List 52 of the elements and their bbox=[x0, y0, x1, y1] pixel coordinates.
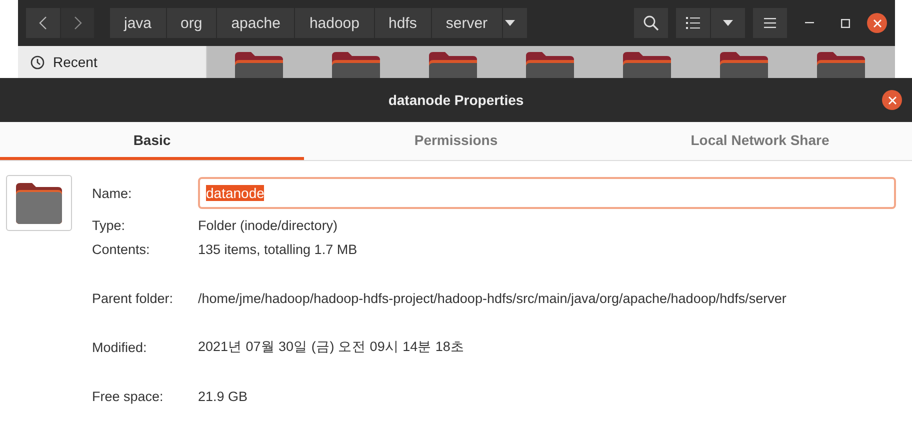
field-value: /home/jme/hadoop/hadoop-hdfs-project/hadoop-hdfs/src/main/java/org/apache/hadoop/hdfs/server bbox=[198, 290, 786, 306]
field-value: 135 items, totalling 1.7 MB bbox=[198, 242, 358, 256]
folder-icon[interactable] bbox=[720, 52, 768, 78]
list-view-button[interactable] bbox=[676, 8, 710, 38]
list-icon bbox=[686, 17, 700, 29]
field-label: Name: bbox=[92, 186, 133, 200]
breadcrumb-button[interactable]: java bbox=[110, 8, 166, 38]
view-options-button[interactable] bbox=[711, 8, 745, 38]
clock-icon bbox=[30, 54, 45, 70]
breadcrumb-button[interactable]: apache bbox=[217, 8, 294, 38]
field-value: 21.9 GB bbox=[198, 388, 248, 404]
caret-icon bbox=[723, 20, 733, 26]
dialog-title: datanode Properties bbox=[388, 92, 524, 108]
forward-icon bbox=[74, 16, 82, 30]
folder-icon[interactable] bbox=[332, 52, 380, 78]
close-button[interactable] bbox=[882, 90, 902, 110]
field-label: Contents: bbox=[92, 242, 151, 256]
name-field[interactable]: datanode bbox=[198, 177, 896, 209]
caret-icon bbox=[504, 20, 515, 26]
tab[interactable]: Basic bbox=[0, 122, 304, 160]
close-icon bbox=[888, 96, 896, 104]
menu-button[interactable] bbox=[753, 8, 787, 38]
tab[interactable]: Local Network Share bbox=[608, 122, 912, 160]
folder-icon[interactable] bbox=[817, 52, 865, 78]
folder-preview[interactable] bbox=[6, 175, 72, 231]
folder-icon[interactable] bbox=[526, 52, 574, 78]
breadcrumb-button[interactable]: hadoop bbox=[295, 8, 374, 38]
search-icon bbox=[643, 15, 659, 31]
sidebar-item[interactable]: Recent bbox=[30, 54, 206, 70]
close-icon bbox=[872, 18, 882, 28]
field-label: Parent folder: bbox=[92, 290, 174, 306]
search-button[interactable] bbox=[634, 8, 668, 38]
field-label: Type: bbox=[92, 218, 126, 232]
breadcrumb-button[interactable]: hdfs bbox=[374, 8, 431, 38]
folder-icon bbox=[16, 182, 62, 224]
tab[interactable]: Permissions bbox=[304, 122, 608, 160]
minimize-icon bbox=[804, 22, 814, 24]
folder-icon[interactable] bbox=[235, 52, 283, 78]
field-label: Free space: bbox=[92, 388, 164, 404]
folder-icon[interactable] bbox=[429, 52, 477, 78]
maximize-icon bbox=[840, 18, 850, 28]
path-dropdown-button[interactable] bbox=[502, 8, 527, 38]
back-icon bbox=[39, 16, 47, 30]
field-value: 2021년 07월 30일 (금) 오전 09시 14분 18초 bbox=[198, 338, 464, 356]
selected-text: datanode bbox=[206, 185, 264, 201]
close-button[interactable] bbox=[867, 13, 887, 33]
breadcrumb-button[interactable]: org bbox=[166, 8, 216, 38]
field-label: Modified: bbox=[92, 340, 148, 354]
breadcrumb-button[interactable]: server bbox=[432, 8, 502, 38]
field-value: Folder (inode/directory) bbox=[198, 218, 338, 232]
folder-icon[interactable] bbox=[623, 52, 671, 78]
menu-icon bbox=[764, 18, 776, 28]
